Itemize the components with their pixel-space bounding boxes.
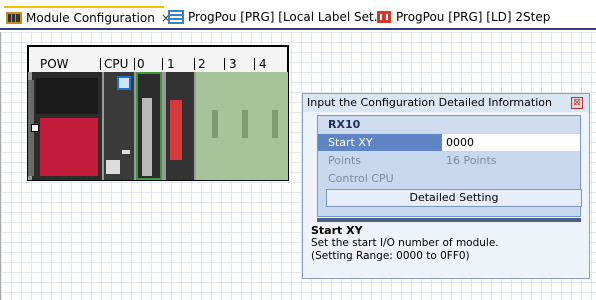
points-value: 16 Points bbox=[446, 154, 497, 167]
slot-label-cpu: CPU bbox=[104, 57, 129, 71]
cpu-port bbox=[106, 160, 120, 174]
start-xy-label: Start XY bbox=[328, 136, 373, 149]
control-cpu-row: Control CPU bbox=[318, 170, 580, 187]
slot-tab bbox=[212, 110, 218, 138]
dialog-title: Input the Configuration Detailed Informa… bbox=[303, 94, 589, 112]
module-slot-1-indicator bbox=[170, 100, 182, 160]
slot-tab bbox=[272, 110, 278, 138]
module-name-row: RX10 bbox=[318, 116, 580, 133]
label-table-icon bbox=[168, 10, 184, 24]
ladder-icon bbox=[376, 10, 392, 24]
editor-tab-bar: Module Configuration × ProgPou [PRG] [Lo… bbox=[0, 0, 596, 30]
tab-label: Module Configuration bbox=[26, 11, 155, 25]
tab-module-configuration[interactable]: Module Configuration × bbox=[4, 6, 171, 28]
slot-label-pow: POW bbox=[40, 57, 69, 71]
tab-label: ProgPou [PRG] [Local Label Set... bbox=[188, 10, 386, 24]
start-xy-input[interactable]: 0000 bbox=[442, 134, 580, 151]
slot-divider bbox=[100, 58, 101, 70]
slot-label-2: 2 bbox=[198, 57, 206, 71]
slot-divider bbox=[162, 58, 163, 70]
power-led-icon bbox=[31, 124, 39, 132]
tab-ladder-2step[interactable]: ProgPou [PRG] [LD] 2Step bbox=[376, 6, 550, 28]
help-panel: Start XY Set the start I/O number of mod… bbox=[311, 224, 581, 272]
module-slot-0-terminal bbox=[142, 98, 152, 176]
tab-local-label-setting[interactable]: ProgPou [PRG] [Local Label Set... bbox=[168, 6, 385, 28]
start-xy-row[interactable]: Start XY 0000 bbox=[318, 134, 580, 151]
slot-divider bbox=[134, 58, 135, 70]
detailed-setting-button[interactable]: Detailed Setting bbox=[326, 189, 582, 207]
slot-divider bbox=[254, 58, 255, 70]
slot-label-0: 0 bbox=[137, 57, 145, 71]
points-row: Points 16 Points bbox=[318, 152, 580, 169]
help-line-2: (Setting Range: 0000 to 0FF0) bbox=[311, 250, 470, 262]
slot-divider bbox=[194, 58, 195, 70]
module-name: RX10 bbox=[328, 118, 361, 131]
slot-tab bbox=[242, 110, 248, 138]
slot-label-3: 3 bbox=[229, 57, 237, 71]
close-icon[interactable]: ⊠ bbox=[571, 97, 583, 109]
cpu-led bbox=[122, 150, 130, 154]
tab-label: ProgPou [PRG] [LD] 2Step bbox=[396, 10, 551, 24]
points-label: Points bbox=[328, 154, 362, 167]
power-supply-cover bbox=[40, 118, 98, 176]
power-supply-terminal bbox=[36, 78, 98, 114]
slot-label-4: 4 bbox=[259, 57, 267, 71]
cpu-indicator-icon bbox=[117, 76, 131, 90]
control-cpu-label: Control CPU bbox=[328, 172, 394, 185]
configuration-detail-dialog: Input the Configuration Detailed Informa… bbox=[302, 93, 590, 279]
help-line-1: Set the start I/O number of module. bbox=[311, 237, 499, 249]
module-config-icon bbox=[6, 11, 22, 25]
help-title: Start XY bbox=[311, 224, 363, 237]
property-grid: RX10 Start XY 0000 Points 16 Points Cont… bbox=[317, 115, 582, 217]
slot-label-1: 1 bbox=[167, 57, 175, 71]
panel-divider[interactable] bbox=[317, 218, 581, 222]
slot-divider bbox=[224, 58, 225, 70]
